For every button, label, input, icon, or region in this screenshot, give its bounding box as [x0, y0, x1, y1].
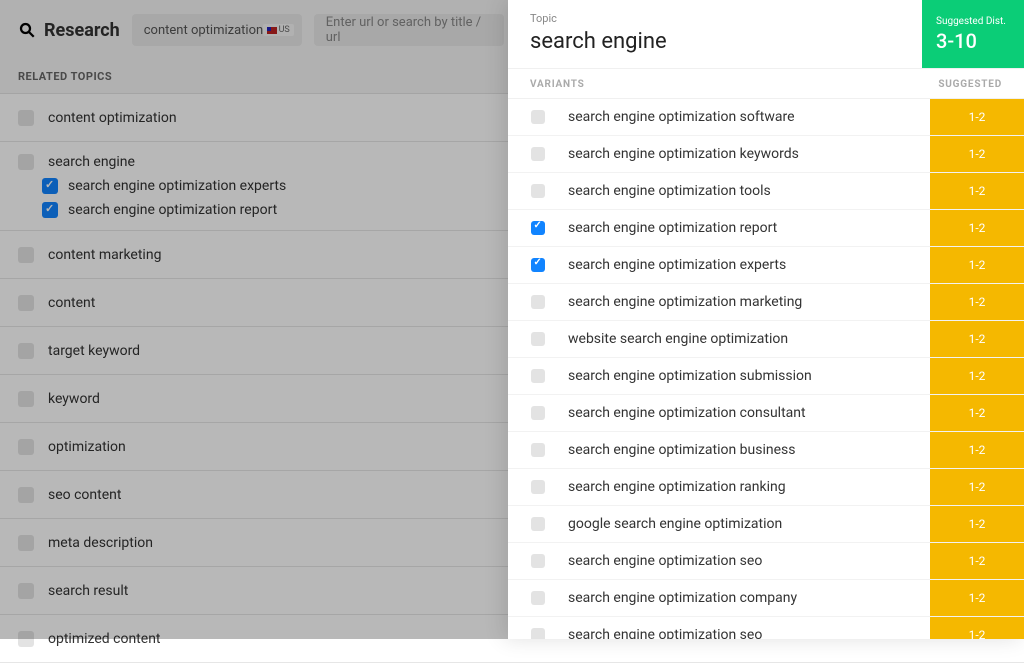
variant-suggested-badge: 1-2 — [930, 617, 1024, 639]
variant-check-wrap — [508, 591, 568, 605]
variant-row[interactable]: search engine optimization experts1-2 — [508, 247, 1024, 284]
variant-check-wrap — [508, 184, 568, 198]
variant-checkbox[interactable] — [531, 147, 545, 161]
panel-subheader: VARIANTS SUGGESTED — [508, 69, 1024, 99]
variant-checkbox[interactable] — [531, 480, 545, 494]
variant-check-wrap — [508, 258, 568, 272]
variant-suggested-badge: 1-2 — [930, 432, 1024, 468]
variants-list: search engine optimization software1-2se… — [508, 99, 1024, 639]
variant-label: search engine optimization consultant — [568, 405, 930, 421]
variant-label: search engine optimization experts — [568, 257, 930, 273]
variant-check-wrap — [508, 147, 568, 161]
variant-checkbox[interactable] — [531, 332, 545, 346]
topic-detail-panel: Topic search engine Suggested Dist. 3-10… — [508, 0, 1024, 639]
variant-label: search engine optimization seo — [568, 553, 930, 569]
variant-row[interactable]: website search engine optimization1-2 — [508, 321, 1024, 358]
topic-small-label: Topic — [530, 12, 900, 25]
variant-check-wrap — [508, 443, 568, 457]
variant-row[interactable]: search engine optimization tools1-2 — [508, 173, 1024, 210]
variant-row[interactable]: google search engine optimization1-2 — [508, 506, 1024, 543]
variant-checkbox[interactable] — [531, 628, 545, 639]
variant-row[interactable]: search engine optimization business1-2 — [508, 432, 1024, 469]
variant-label: search engine optimization keywords — [568, 146, 930, 162]
variant-check-wrap — [508, 554, 568, 568]
variant-label: website search engine optimization — [568, 331, 930, 347]
variant-label: search engine optimization business — [568, 442, 930, 458]
variant-suggested-badge: 1-2 — [930, 136, 1024, 172]
topic-name: search engine — [530, 29, 900, 54]
suggested-dist-label: Suggested Dist. — [936, 16, 1010, 27]
variant-row[interactable]: search engine optimization marketing1-2 — [508, 284, 1024, 321]
variant-row[interactable]: search engine optimization software1-2 — [508, 99, 1024, 136]
variant-suggested-badge: 1-2 — [930, 543, 1024, 579]
panel-header: Topic search engine Suggested Dist. 3-10 — [508, 0, 1024, 69]
variants-column-header: VARIANTS — [530, 79, 585, 90]
variant-checkbox[interactable] — [531, 369, 545, 383]
variant-checkbox[interactable] — [531, 406, 545, 420]
variant-label: search engine optimization software — [568, 109, 930, 125]
variant-suggested-badge: 1-2 — [930, 506, 1024, 542]
variant-suggested-badge: 1-2 — [930, 358, 1024, 394]
variant-suggested-badge: 1-2 — [930, 99, 1024, 135]
variant-checkbox[interactable] — [531, 184, 545, 198]
variant-check-wrap — [508, 517, 568, 531]
variant-suggested-badge: 1-2 — [930, 580, 1024, 616]
variant-check-wrap — [508, 628, 568, 639]
variant-check-wrap — [508, 110, 568, 124]
variant-label: search engine optimization submission — [568, 368, 930, 384]
suggested-dist-range: 3-10 — [936, 29, 1010, 53]
variant-label: search engine optimization ranking — [568, 479, 930, 495]
variant-row[interactable]: search engine optimization keywords1-2 — [508, 136, 1024, 173]
variant-checkbox[interactable] — [531, 517, 545, 531]
variant-row[interactable]: search engine optimization report1-2 — [508, 210, 1024, 247]
variant-suggested-badge: 1-2 — [930, 395, 1024, 431]
variant-row[interactable]: search engine optimization consultant1-2 — [508, 395, 1024, 432]
variant-row[interactable]: search engine optimization company1-2 — [508, 580, 1024, 617]
variant-checkbox[interactable] — [531, 221, 545, 235]
suggested-distribution-box: Suggested Dist. 3-10 — [922, 0, 1024, 68]
variant-suggested-badge: 1-2 — [930, 210, 1024, 246]
variant-label: search engine optimization report — [568, 220, 930, 236]
variant-row[interactable]: search engine optimization ranking1-2 — [508, 469, 1024, 506]
variant-label: google search engine optimization — [568, 516, 930, 532]
variant-check-wrap — [508, 221, 568, 235]
variant-suggested-badge: 1-2 — [930, 469, 1024, 505]
variant-checkbox[interactable] — [531, 295, 545, 309]
variant-check-wrap — [508, 295, 568, 309]
variant-label: search engine optimization company — [568, 590, 930, 606]
variant-checkbox[interactable] — [531, 443, 545, 457]
variant-checkbox[interactable] — [531, 258, 545, 272]
variant-checkbox[interactable] — [531, 110, 545, 124]
variant-row[interactable]: search engine optimization seo1-2 — [508, 543, 1024, 580]
variant-suggested-badge: 1-2 — [930, 321, 1024, 357]
variant-check-wrap — [508, 480, 568, 494]
variant-row[interactable]: search engine optimization submission1-2 — [508, 358, 1024, 395]
variant-suggested-badge: 1-2 — [930, 247, 1024, 283]
variant-row[interactable]: search engine optimization seo1-2 — [508, 617, 1024, 639]
variant-check-wrap — [508, 406, 568, 420]
variant-label: search engine optimization seo — [568, 627, 930, 639]
variant-check-wrap — [508, 332, 568, 346]
variant-checkbox[interactable] — [531, 591, 545, 605]
suggested-column-header: SUGGESTED — [938, 79, 1002, 90]
variant-suggested-badge: 1-2 — [930, 173, 1024, 209]
variant-check-wrap — [508, 369, 568, 383]
variant-checkbox[interactable] — [531, 554, 545, 568]
panel-header-left: Topic search engine — [508, 0, 922, 68]
variant-label: search engine optimization tools — [568, 183, 930, 199]
variant-label: search engine optimization marketing — [568, 294, 930, 310]
variant-suggested-badge: 1-2 — [930, 284, 1024, 320]
